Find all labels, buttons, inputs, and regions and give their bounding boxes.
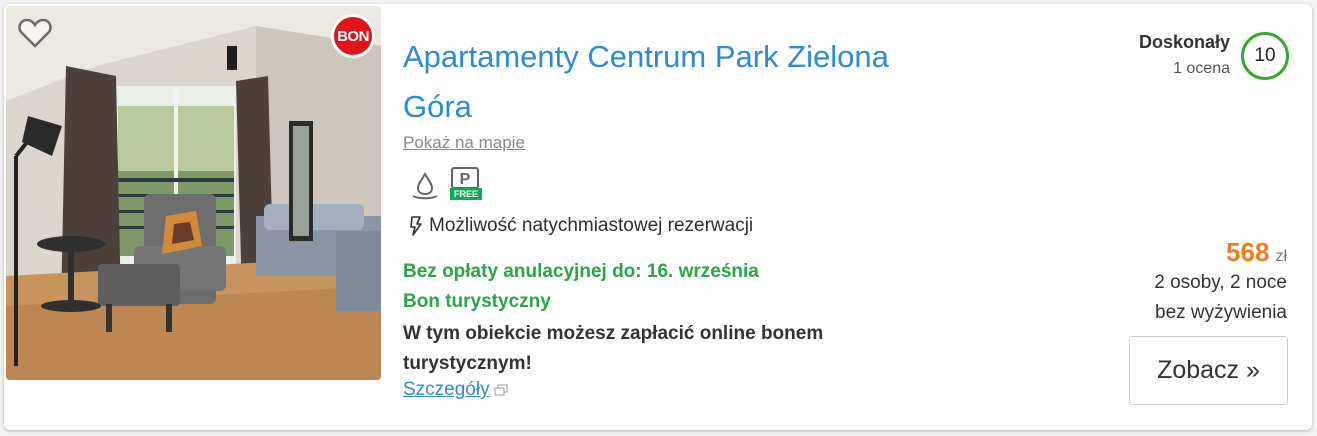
- voucher-badge: BON: [331, 14, 375, 58]
- price: 568 zł: [1226, 237, 1287, 268]
- free-cancellation-text: Bez opłaty anulacyjnej do: 16. września: [403, 261, 759, 282]
- price-value: 568: [1226, 237, 1270, 267]
- rating-label: Doskonały: [1138, 32, 1230, 52]
- see-offer-button[interactable]: Zobacz »: [1129, 336, 1288, 405]
- svg-text:P: P: [460, 171, 471, 188]
- lightning-icon: [410, 216, 422, 236]
- stay-board-type: bez wyżywienia: [1155, 302, 1287, 323]
- rating-score-badge: 10: [1241, 32, 1289, 80]
- instant-booking-info: Możliwość natychmiastowej rezerwacji: [409, 215, 753, 237]
- amenity-parking: P FREE: [449, 167, 483, 206]
- amenity-water: [411, 171, 439, 206]
- details-link[interactable]: Szczegóły: [403, 379, 508, 401]
- rating-count: 1 ocena: [1173, 60, 1230, 77]
- free-parking-tag: FREE: [450, 188, 482, 200]
- show-on-map-link[interactable]: Pokaż na mapie: [403, 133, 525, 153]
- details-link-text[interactable]: Szczegóły: [403, 379, 490, 401]
- external-window-icon: [494, 384, 508, 396]
- listing-card: BON Apartamenty Centrum Park Zielona Gór…: [4, 4, 1312, 430]
- voucher-description: W tym obiekcie możesz zapłacić online bo…: [403, 323, 824, 374]
- amenities-list: P FREE: [411, 167, 483, 206]
- stay-guests-nights: 2 osoby, 2 noce: [1154, 272, 1287, 293]
- room-photo-image: [6, 6, 381, 380]
- heart-icon: [18, 18, 52, 48]
- favorite-heart-button[interactable]: [18, 18, 52, 48]
- listing-title[interactable]: Apartamenty Centrum Park Zielona Góra: [403, 32, 943, 132]
- instant-booking-text: Możliwość natychmiastowej rezerwacji: [429, 215, 754, 236]
- water-drop-icon: [412, 171, 438, 200]
- listing-photo[interactable]: BON: [6, 6, 381, 380]
- price-currency: zł: [1275, 248, 1287, 265]
- voucher-label: Bon turystyczny: [403, 291, 551, 312]
